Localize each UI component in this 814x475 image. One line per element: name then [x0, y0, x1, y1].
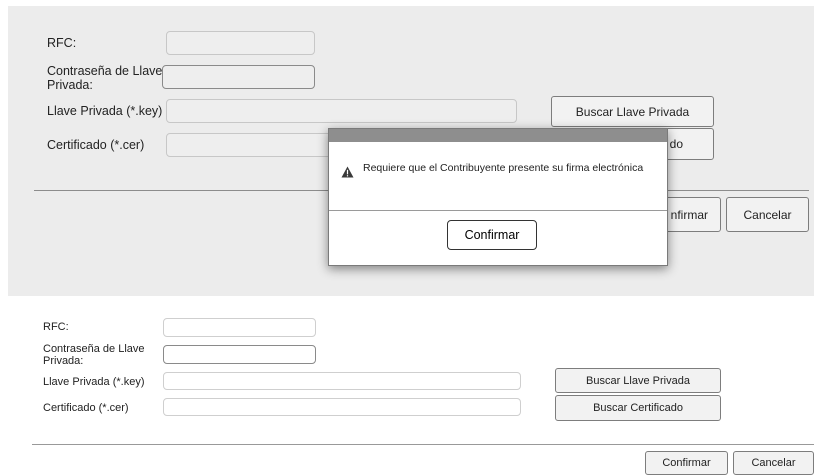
- dialog-titlebar[interactable]: [329, 129, 667, 142]
- lower-certificate-input[interactable]: [163, 398, 521, 416]
- lower-rfc-label: RFC:: [43, 321, 69, 333]
- upper-private-key-label: Llave Privada (*.key): [47, 104, 163, 118]
- page: RFC: Contraseña de Llave Privada: Llave …: [0, 0, 814, 475]
- upper-password-label: Contraseña de Llave Privada:: [47, 64, 163, 92]
- upper-rfc-input[interactable]: [166, 31, 315, 55]
- lower-private-key-label: Llave Privada (*.key): [43, 376, 145, 388]
- upper-certificate-label: Certificado (*.cer): [47, 138, 145, 152]
- upper-password-input[interactable]: [162, 65, 315, 89]
- lower-divider: [32, 444, 814, 445]
- upper-rfc-label: RFC:: [47, 36, 77, 50]
- dialog-message: Requiere que el Contribuyente presente s…: [363, 162, 644, 174]
- upper-cancel-button[interactable]: Cancelar: [726, 197, 809, 232]
- lower-rfc-input[interactable]: [163, 318, 316, 337]
- alert-dialog: Requiere que el Contribuyente presente s…: [328, 128, 668, 266]
- upper-private-key-input[interactable]: [166, 99, 517, 123]
- upper-browse-key-button[interactable]: Buscar Llave Privada: [551, 96, 714, 127]
- lower-password-label: Contraseña de Llave Privada:: [43, 343, 145, 367]
- lower-browse-cert-button[interactable]: Buscar Certificado: [555, 395, 721, 421]
- lower-password-input[interactable]: [163, 345, 316, 364]
- lower-browse-key-button[interactable]: Buscar Llave Privada: [555, 368, 721, 393]
- warning-icon: [341, 166, 354, 178]
- lower-cancel-button[interactable]: Cancelar: [733, 451, 814, 475]
- lower-confirm-button[interactable]: Confirmar: [645, 451, 728, 475]
- dialog-body: Requiere que el Contribuyente presente s…: [329, 142, 667, 211]
- lower-private-key-input[interactable]: [163, 372, 521, 390]
- lower-certificate-label: Certificado (*.cer): [43, 402, 129, 414]
- dialog-confirm-button[interactable]: Confirmar: [447, 220, 537, 250]
